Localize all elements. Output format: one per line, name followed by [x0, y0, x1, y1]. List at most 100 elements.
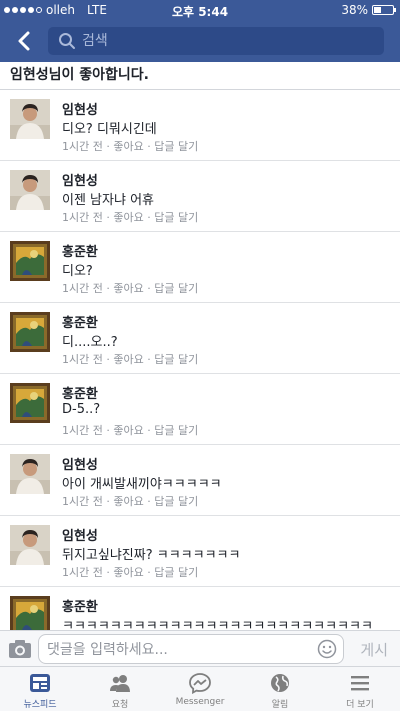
messenger-icon [189, 673, 211, 694]
back-button[interactable] [12, 28, 38, 54]
comment-reply-button[interactable]: 답글 달기 [154, 424, 198, 437]
avatar[interactable] [10, 99, 50, 139]
tab-requests[interactable]: 요청 [80, 667, 160, 711]
comment-reply-button[interactable]: 답글 달기 [154, 211, 198, 224]
comment-author[interactable]: 홍준환 [62, 383, 98, 402]
comment-input[interactable] [47, 640, 307, 660]
comment-author[interactable]: 임현성 [62, 525, 98, 544]
friend-requests-icon [110, 675, 130, 692]
comment-author[interactable]: 임현성 [62, 454, 98, 473]
meta-separator: · [143, 495, 155, 508]
status-time: 오후 5:44 [171, 5, 229, 19]
comment-text: ㅋㅋㅋㅋㅋㅋㅋㅋㅋㅋㅋㅋㅋㅋㅋㅋㅋㅋㅋㅋㅋㅋㅋㅋㅋㅋ [62, 619, 373, 630]
comment-text: 디....오..? [62, 335, 118, 350]
comment-meta: 1시간 전 · 좋아요 · 답글 달기 [62, 209, 198, 225]
profile-photo [10, 596, 50, 630]
comment-author[interactable]: 홍준환 [62, 312, 98, 331]
tab-label: Messenger [175, 697, 225, 707]
profile-photo [10, 99, 50, 139]
comment-meta: 1시간 전 · 좋아요 · 답글 달기 [62, 138, 198, 154]
tab-label: 뉴스피드 [23, 700, 57, 710]
status-right: 38% [341, 3, 396, 17]
comment-item: 홍준환 D-5..? 1시간 전 · 좋아요 · 답글 달기 [0, 374, 400, 445]
meta-separator: · [102, 424, 114, 437]
tab-notifications[interactable]: 알림 [240, 667, 320, 711]
comment-author[interactable]: 홍준환 [62, 596, 98, 615]
comment-author[interactable]: 임현성 [62, 170, 98, 189]
avatar[interactable] [10, 596, 50, 630]
comment-reply-button[interactable]: 답글 달기 [154, 566, 198, 579]
comment-like-button[interactable]: 좋아요 [113, 566, 143, 579]
tab-label: 요청 [111, 700, 129, 710]
tab-messenger[interactable]: Messenger [160, 667, 240, 711]
comment-item: 임현성 뒤지고싶냐진짜? ㅋㅋㅋㅋㅋㅋㅋ 1시간 전 · 좋아요 · 답글 달기 [0, 516, 400, 587]
comment-composer: 게시 [0, 630, 400, 666]
meta-separator: · [143, 424, 155, 437]
comment-like-button[interactable]: 좋아요 [113, 140, 143, 153]
comment-author[interactable]: 임현성 [62, 99, 98, 118]
camera-icon[interactable] [8, 639, 32, 659]
comment-text: 뒤지고싶냐진짜? ㅋㅋㅋㅋㅋㅋㅋ [62, 548, 241, 563]
tab-newsfeed[interactable]: 뉴스피드 [0, 667, 80, 711]
comment-item: 홍준환 디....오..? 1시간 전 · 좋아요 · 답글 달기 [0, 303, 400, 374]
profile-photo [10, 241, 50, 281]
battery-percent: 38% [341, 3, 368, 17]
post-button[interactable]: 게시 [360, 639, 388, 660]
comment-list[interactable]: 임현성 디오? 디뭐시긴데 1시간 전 · 좋아요 · 답글 달기 임현성 이젠… [0, 90, 400, 630]
comment-like-button[interactable]: 좋아요 [113, 353, 143, 366]
comment-text: 이젠 남자냐 어휴 [62, 193, 154, 208]
sticker-icon[interactable] [317, 639, 337, 659]
comment-item: 홍준환 ㅋㅋㅋㅋㅋㅋㅋㅋㅋㅋㅋㅋㅋㅋㅋㅋㅋㅋㅋㅋㅋㅋㅋㅋㅋㅋ [0, 587, 400, 630]
bottom-tab-bar: 뉴스피드 요청 Messenger 알림 더 보기 [0, 666, 400, 711]
meta-separator: · [143, 282, 155, 295]
notifications-globe-icon [271, 674, 289, 692]
status-bar: olleh LTE 오후 5:44 38% [0, 0, 400, 20]
comment-meta: 1시간 전 · 좋아요 · 답글 달기 [62, 493, 198, 509]
comment-reply-button[interactable]: 답글 달기 [154, 353, 198, 366]
comment-meta: 1시간 전 · 좋아요 · 답글 달기 [62, 422, 198, 438]
meta-separator: · [102, 211, 114, 224]
meta-separator: · [143, 140, 155, 153]
comment-reply-button[interactable]: 답글 달기 [154, 495, 198, 508]
avatar[interactable] [10, 241, 50, 281]
comment-text: D-5..? [62, 402, 101, 417]
meta-separator: · [102, 566, 114, 579]
comment-like-button[interactable]: 좋아요 [113, 282, 143, 295]
comment-like-button[interactable]: 좋아요 [113, 211, 143, 224]
avatar[interactable] [10, 170, 50, 210]
meta-separator: · [102, 353, 114, 366]
profile-photo [10, 170, 50, 210]
profile-photo [10, 312, 50, 352]
avatar[interactable] [10, 454, 50, 494]
navigation-bar [0, 22, 400, 60]
avatar[interactable] [10, 383, 50, 423]
tab-label: 더 보기 [346, 700, 374, 710]
meta-separator: · [143, 211, 155, 224]
comment-item: 임현성 아이 개씨발새끼야ㅋㅋㅋㅋㅋ 1시간 전 · 좋아요 · 답글 달기 [0, 445, 400, 516]
comment-text: 디오? 디뭐시긴데 [62, 122, 157, 137]
top-bar: olleh LTE 오후 5:44 38% [0, 0, 400, 62]
comment-meta: 1시간 전 · 좋아요 · 답글 달기 [62, 351, 198, 367]
profile-photo [10, 454, 50, 494]
comment-like-button[interactable]: 좋아요 [113, 495, 143, 508]
comment-time: 1시간 전 [62, 211, 103, 224]
comment-text: 디오? [62, 264, 93, 279]
comment-item: 임현성 이젠 남자냐 어휴 1시간 전 · 좋아요 · 답글 달기 [0, 161, 400, 232]
menu-icon [351, 676, 369, 691]
comment-author[interactable]: 홍준환 [62, 241, 98, 260]
meta-separator: · [143, 353, 155, 366]
likes-summary[interactable]: 임현성님이 좋아합니다. [10, 64, 149, 84]
comment-time: 1시간 전 [62, 566, 103, 579]
comment-like-button[interactable]: 좋아요 [113, 424, 143, 437]
avatar[interactable] [10, 312, 50, 352]
avatar[interactable] [10, 525, 50, 565]
newsfeed-icon [30, 674, 50, 692]
comment-reply-button[interactable]: 답글 달기 [154, 140, 198, 153]
comment-input-box[interactable] [38, 634, 344, 664]
chevron-left-icon [18, 31, 30, 51]
tab-more[interactable]: 더 보기 [320, 667, 400, 711]
search-bar[interactable] [48, 27, 384, 55]
comment-item: 임현성 디오? 디뭐시긴데 1시간 전 · 좋아요 · 답글 달기 [0, 90, 400, 161]
search-input[interactable] [82, 31, 372, 51]
comment-reply-button[interactable]: 답글 달기 [154, 282, 198, 295]
